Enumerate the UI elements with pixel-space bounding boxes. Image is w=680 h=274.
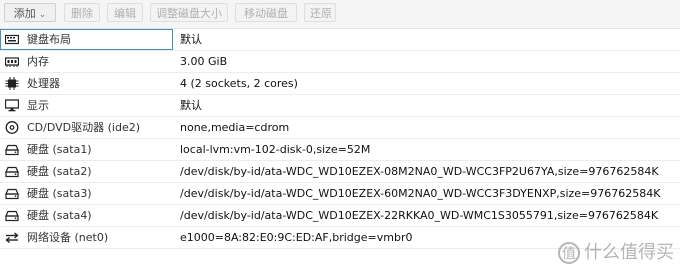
watermark-badge: 值	[558, 242, 580, 264]
grid-row-cdrom[interactable]: CD/DVD驱动器 (ide2) none,media=cdrom	[0, 117, 680, 139]
row-value: 默认	[180, 33, 202, 46]
row-key: 网络设备 (net0)	[27, 231, 109, 244]
remove-button[interactable]: 删除	[64, 3, 100, 22]
harddisk-icon	[5, 143, 19, 156]
row-key: 硬盘 (sata3)	[27, 187, 92, 200]
row-value: 3.00 GiB	[180, 55, 228, 68]
row-key: 键盘布局	[27, 33, 71, 46]
row-value: /dev/disk/by-id/ata-WDC_WD10EZEX-08M2NA0…	[180, 165, 659, 178]
row-value: local-lvm:vm-102-disk-0,size=52M	[180, 143, 371, 156]
chevron-down-icon: ⌄	[38, 10, 47, 20]
grid-row-disk-sata2[interactable]: 硬盘 (sata2) /dev/disk/by-id/ata-WDC_WD10E…	[0, 161, 680, 183]
row-value: 默认	[180, 99, 202, 112]
toolbar: 添加 ⌄ 删除 编辑 调整磁盘大小 移动磁盘 还原	[0, 0, 680, 29]
grid-row-memory[interactable]: 内存 3.00 GiB	[0, 51, 680, 73]
disc-icon	[5, 121, 19, 134]
grid-row-processor[interactable]: 处理器 4 (2 sockets, 2 cores)	[0, 73, 680, 95]
row-key: 硬盘 (sata2)	[27, 165, 92, 178]
grid-row-disk-sata1[interactable]: 硬盘 (sata1) local-lvm:vm-102-disk-0,size=…	[0, 139, 680, 161]
grid-row-display[interactable]: 显示 默认	[0, 95, 680, 117]
row-key: 处理器	[27, 77, 60, 90]
add-button-label: 添加	[13, 7, 36, 20]
add-button[interactable]: 添加 ⌄	[4, 3, 56, 22]
watermark-text: 什么值得买	[584, 242, 674, 263]
row-value: /dev/disk/by-id/ata-WDC_WD10EZEX-60M2NA0…	[180, 187, 661, 200]
revert-button[interactable]: 还原	[304, 3, 336, 22]
row-value: e1000=8A:82:E0:9C:ED:AF,bridge=vmbr0	[180, 231, 413, 244]
resize-disk-button[interactable]: 调整磁盘大小	[150, 3, 228, 22]
harddisk-icon	[5, 187, 19, 200]
harddisk-icon	[5, 165, 19, 178]
grid-row-disk-sata4[interactable]: 硬盘 (sata4) /dev/disk/by-id/ata-WDC_WD10E…	[0, 205, 680, 227]
harddisk-icon	[5, 209, 19, 222]
row-key: 硬盘 (sata4)	[27, 209, 92, 222]
row-value: /dev/disk/by-id/ata-WDC_WD10EZEX-22RKKA0…	[180, 209, 659, 222]
edit-button[interactable]: 编辑	[107, 3, 143, 22]
row-key: 内存	[27, 55, 49, 68]
network-icon	[5, 231, 19, 244]
row-key: CD/DVD驱动器 (ide2)	[27, 121, 141, 134]
memory-icon	[5, 55, 19, 68]
keyboard-icon	[5, 33, 19, 46]
row-value: none,media=cdrom	[180, 121, 290, 134]
selected-cell	[0, 29, 173, 50]
grid-row-keyboard[interactable]: 键盘布局 默认	[0, 29, 680, 51]
grid-row-disk-sata3[interactable]: 硬盘 (sata3) /dev/disk/by-id/ata-WDC_WD10E…	[0, 183, 680, 205]
row-key: 硬盘 (sata1)	[27, 143, 92, 156]
watermark: 值什么值得买	[558, 236, 674, 270]
row-value: 4 (2 sockets, 2 cores)	[180, 77, 298, 90]
monitor-icon	[5, 99, 19, 112]
cpu-icon	[5, 77, 19, 90]
row-key: 显示	[27, 99, 49, 112]
move-disk-button[interactable]: 移动磁盘	[235, 3, 297, 22]
